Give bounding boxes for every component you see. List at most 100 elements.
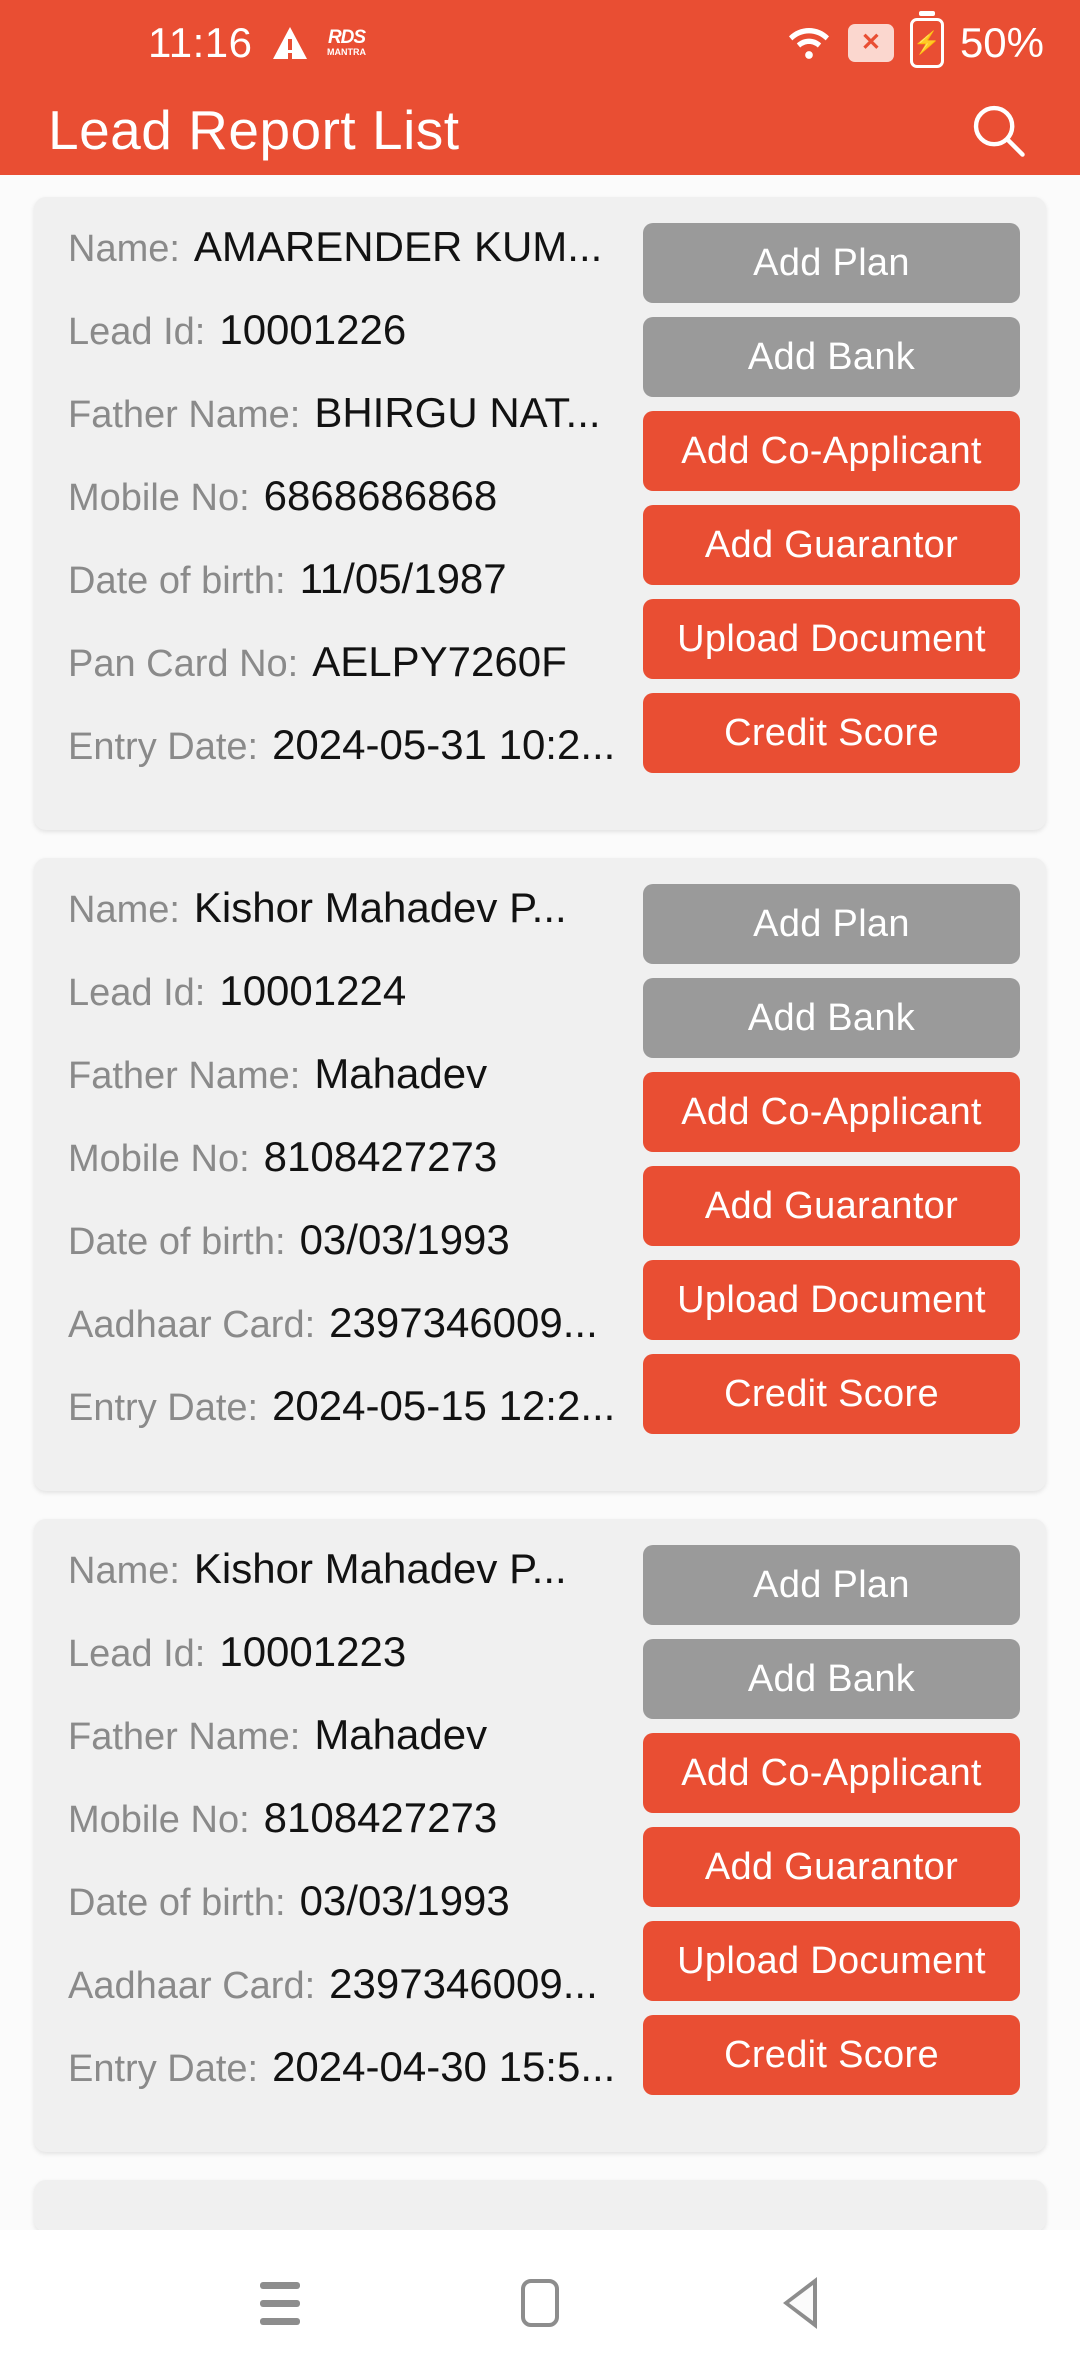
lead-card-actions: Add Plan Add Bank Add Co-Applicant Add Guar… xyxy=(633,223,1020,804)
lead-field-label: Date of birth: xyxy=(68,1882,286,1924)
status-clock: 11:16 xyxy=(148,18,253,66)
lead-field-label: Mobile No: xyxy=(68,477,250,519)
lead-field-row: Date of birth: 03/03/1993 xyxy=(68,1877,633,1960)
add-guarantor-button[interactable]: Add Guarantor xyxy=(643,1166,1020,1246)
add-plan-button[interactable]: Add Plan xyxy=(643,223,1020,303)
lead-card-fields: Name: Kishor Mahadev P... Lead Id: 10001224… xyxy=(68,884,633,1465)
lead-field-row: Mobile No: 6868686868 xyxy=(68,472,633,555)
lead-field-label: Aadhaar Card: xyxy=(68,1304,316,1346)
add-bank-button[interactable]: Add Bank xyxy=(643,1639,1020,1719)
lead-field-value: Kishor Mahadev P... xyxy=(193,884,567,931)
rd-logo-bottom: MANTRA xyxy=(327,47,366,57)
upload-document-button[interactable]: Upload Document xyxy=(643,1260,1020,1340)
add-bank-button[interactable]: Add Bank xyxy=(643,978,1020,1058)
credit-score-button[interactable]: Credit Score xyxy=(643,2015,1020,2095)
lead-field-row: Father Name: Mahadev xyxy=(68,1711,633,1794)
warning-triangle-icon xyxy=(272,26,307,59)
lead-field-label: Name: xyxy=(68,228,180,270)
add-plan-button[interactable]: Add Plan xyxy=(643,1545,1020,1625)
sim-error-icon: ✕ xyxy=(847,23,894,62)
status-bar-left: 11:16 RDS MANTRA xyxy=(0,19,367,67)
add-co-applicant-button[interactable]: Add Co-Applicant xyxy=(643,411,1020,491)
lead-field-row: Name: Kishor Mahadev P... xyxy=(68,884,633,967)
add-co-applicant-button[interactable]: Add Co-Applicant xyxy=(643,1733,1020,1813)
lead-field-label: Entry Date: xyxy=(68,726,259,768)
upload-document-button[interactable]: Upload Document xyxy=(643,599,1020,679)
add-guarantor-button[interactable]: Add Guarantor xyxy=(643,505,1020,585)
system-nav-bar xyxy=(0,2230,1080,2376)
lead-field-row: Aadhaar Card: 2397346009... xyxy=(68,1299,633,1382)
rd-logo-top: RDS xyxy=(327,27,366,48)
search-icon[interactable] xyxy=(960,92,1036,168)
lead-card-actions: Add Plan Add Bank Add Co-Applicant Add Guar… xyxy=(633,1545,1020,2126)
lead-field-row: Lead Id: 10001223 xyxy=(68,1628,633,1711)
lead-field-value: 10001223 xyxy=(219,1628,407,1675)
lead-field-label: Pan Card No: xyxy=(68,643,299,685)
credit-score-button[interactable]: Credit Score xyxy=(643,1354,1020,1434)
add-bank-button[interactable]: Add Bank xyxy=(643,317,1020,397)
lead-field-row: Father Name: Mahadev xyxy=(68,1050,633,1133)
wifi-icon xyxy=(786,23,832,63)
lead-field-value: 10001224 xyxy=(219,967,407,1014)
lead-card-fields: Name: Kishor Mahadev P... Lead Id: 10001223… xyxy=(68,1545,633,2126)
lead-field-value: 2397346009... xyxy=(329,1960,598,2007)
lead-card[interactable]: Name: AMARENDER KUM... Lead Id: 10001226 Fat… xyxy=(34,197,1046,830)
rd-mantra-logo-icon: RDS MANTRA xyxy=(327,25,367,61)
lead-list[interactable]: Name: AMARENDER KUM... Lead Id: 10001226 Fat… xyxy=(0,175,1080,2230)
lead-field-label: Father Name: xyxy=(68,1055,301,1097)
add-co-applicant-button[interactable]: Add Co-Applicant xyxy=(643,1072,1020,1152)
lead-card-actions: Add Plan Add Bank Add Co-Applicant Add Guar… xyxy=(633,884,1020,1465)
lead-field-value: Mahadev xyxy=(314,1050,488,1097)
lead-field-label: Father Name: xyxy=(68,1716,301,1758)
lead-list-inner: Name: AMARENDER KUM... Lead Id: 10001226 Fat… xyxy=(0,175,1080,2230)
lead-field-label: Entry Date: xyxy=(68,2048,259,2090)
lead-field-value: 2024-05-31 10:2... xyxy=(272,721,616,768)
lead-field-row: Mobile No: 8108427273 xyxy=(68,1794,633,1877)
status-bar-right: ✕ ⚡ 50% xyxy=(786,17,1044,68)
home-square-icon[interactable] xyxy=(480,2243,600,2363)
lead-field-label: Date of birth: xyxy=(68,1221,286,1263)
lead-field-label: Entry Date: xyxy=(68,1387,259,1429)
lead-field-label: Lead Id: xyxy=(68,972,206,1014)
lead-field-label: Lead Id: xyxy=(68,1633,206,1675)
lead-field-row: Date of birth: 11/05/1987 xyxy=(68,555,633,638)
lead-field-row: Entry Date: 2024-05-15 12:2... xyxy=(68,1382,633,1465)
lead-field-row: Entry Date: 2024-05-31 10:2... xyxy=(68,721,633,804)
battery-charging-icon: ⚡ xyxy=(909,17,944,68)
lead-field-label: Name: xyxy=(68,1550,180,1592)
lead-field-value: 8108427273 xyxy=(263,1794,498,1841)
lead-field-label: Lead Id: xyxy=(68,311,206,353)
lead-field-value: Mahadev xyxy=(314,1711,488,1758)
lead-card-fields: Name: AMARENDER KUM... Lead Id: 10001226 Fat… xyxy=(68,223,633,804)
add-guarantor-button[interactable]: Add Guarantor xyxy=(643,1827,1020,1907)
lead-field-label: Father Name: xyxy=(68,394,301,436)
lead-field-row: Name: Kishor Mahadev P... xyxy=(68,1545,633,1628)
lead-field-label: Date of birth: xyxy=(68,560,286,602)
lead-field-row: Mobile No: 8108427273 xyxy=(68,1133,633,1216)
lead-field-row: Lead Id: 10001226 xyxy=(68,306,633,389)
lead-field-row: Father Name: BHIRGU NAT... xyxy=(68,389,633,472)
battery-bolt-icon: ⚡ xyxy=(913,29,941,55)
app-bar: Lead Report List xyxy=(0,85,1080,175)
lead-field-value: AMARENDER KUM... xyxy=(193,223,603,270)
lead-field-value: 2397346009... xyxy=(329,1299,598,1346)
lead-card[interactable]: Name: Kishor Mahadev P... Lead Id: 10001224… xyxy=(34,858,1046,1491)
lead-card[interactable]: Name: Kishor Mahadev P... Lead Id: 10001223… xyxy=(34,1519,1046,2152)
lead-field-value: 10001226 xyxy=(219,306,407,353)
credit-score-button[interactable]: Credit Score xyxy=(643,693,1020,773)
lead-field-row: Date of birth: 03/03/1993 xyxy=(68,1216,633,1299)
lead-field-value: BHIRGU NAT... xyxy=(314,389,601,436)
battery-percent: 50% xyxy=(959,18,1044,66)
lead-field-value: 11/05/1987 xyxy=(299,555,507,602)
lead-field-value: 2024-05-15 12:2... xyxy=(272,1382,616,1429)
lead-field-label: Mobile No: xyxy=(68,1799,250,1841)
add-plan-button[interactable]: Add Plan xyxy=(643,884,1020,964)
back-triangle-icon[interactable] xyxy=(740,2243,860,2363)
lead-card-partial[interactable] xyxy=(34,2180,1046,2230)
lead-field-value: 03/03/1993 xyxy=(299,1216,510,1263)
lead-field-value: 2024-04-30 15:5... xyxy=(272,2043,616,2090)
lead-field-row: Entry Date: 2024-04-30 15:5... xyxy=(68,2043,633,2126)
lead-field-label: Name: xyxy=(68,889,180,931)
recents-hamburger-icon[interactable] xyxy=(220,2243,340,2363)
upload-document-button[interactable]: Upload Document xyxy=(643,1921,1020,2001)
